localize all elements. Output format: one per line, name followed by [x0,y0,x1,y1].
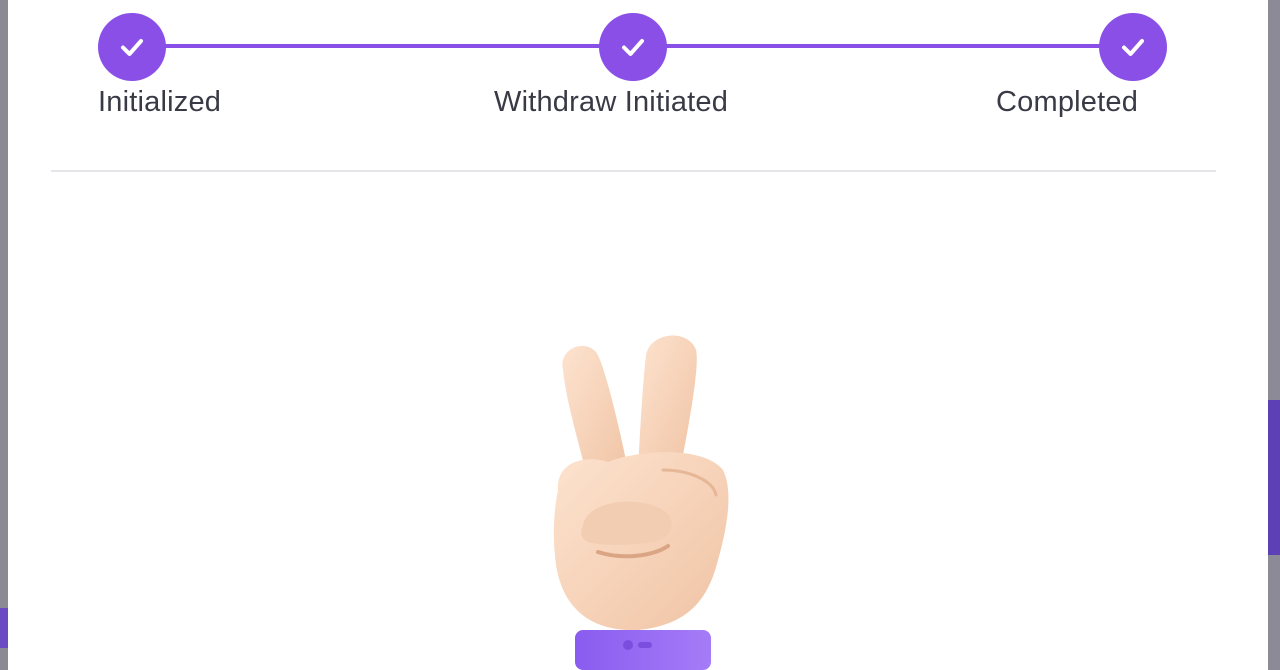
progress-stepper: Initialized Withdraw Initiated Completed [8,0,1268,140]
withdraw-status-modal: Initialized Withdraw Initiated Completed [8,0,1268,670]
background-app-right [1268,0,1280,670]
background-app-right-accent [1268,400,1280,555]
step-connector [663,44,1133,48]
divider [51,170,1216,172]
step-label-withdraw-initiated: Withdraw Initiated [494,86,729,118]
victory-hand-icon [553,335,729,670]
step-initialized-indicator [98,13,166,81]
step-connector [163,44,633,48]
check-icon [622,39,644,56]
step-label-completed: Completed [996,86,1139,118]
check-icon [1122,39,1144,56]
background-app-left-accent [0,608,8,648]
check-icon [121,39,143,56]
step-label-initialized: Initialized [98,86,222,118]
step-completed-indicator [1099,13,1167,81]
background-app-left [0,0,8,670]
step-withdraw-initiated-indicator [599,13,667,81]
